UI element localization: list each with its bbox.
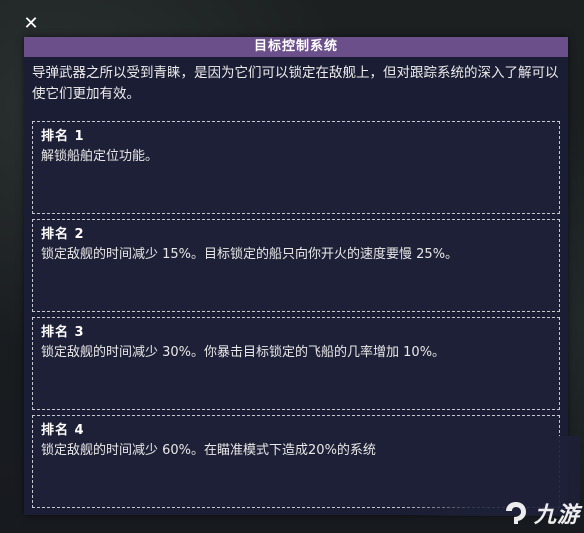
rank-card-2: 排名 2 锁定敌舰的时间减少 15%。目标锁定的船只向你开火的速度要慢 25%。 xyxy=(32,219,560,312)
rank-description: 锁定敌舰的时间减少 30%。你暴击目标锁定的飞船的几率增加 10%。 xyxy=(41,345,446,360)
close-icon: ✕ xyxy=(23,12,39,34)
rank-card-3: 排名 3 锁定敌舰的时间减少 30%。你暴击目标锁定的飞船的几率增加 10%。 xyxy=(32,317,560,410)
panel-title: 目标控制系统 xyxy=(24,37,568,57)
rank-description: 解锁船舶定位功能。 xyxy=(41,149,159,164)
rank-title: 排名 3 xyxy=(41,325,85,340)
rank-list: 排名 1 解锁船舶定位功能。 排名 2 锁定敌舰的时间减少 15%。目标锁定的船… xyxy=(32,121,560,513)
watermark: 九游 xyxy=(502,497,580,529)
close-button[interactable]: ✕ xyxy=(20,12,42,34)
rank-title: 排名 4 xyxy=(41,423,85,438)
rank-description: 锁定敌舰的时间减少 60%。在瞄准模式下造成20%的系统 xyxy=(41,443,376,458)
watermark-brand: 九游 xyxy=(533,503,580,528)
rank-card-4: 排名 4 锁定敌舰的时间减少 60%。在瞄准模式下造成20%的系统 xyxy=(32,415,560,508)
rank-description: 锁定敌舰的时间减少 15%。目标锁定的船只向你开火的速度要慢 25%。 xyxy=(41,247,459,262)
panel-description: 导弹武器之所以受到青睐，是因为它们可以锁定在敌舰上，但对跟踪系统的深入了解可以使… xyxy=(32,65,559,102)
rank-title: 排名 1 xyxy=(41,129,85,144)
targeting-system-panel: 目标控制系统 导弹武器之所以受到青睐，是因为它们可以锁定在敌舰上，但对跟踪系统的… xyxy=(24,37,568,515)
rank-title: 排名 2 xyxy=(41,227,85,242)
jiuyou-logo-icon xyxy=(505,502,526,524)
rank-card-1: 排名 1 解锁船舶定位功能。 xyxy=(32,121,560,214)
